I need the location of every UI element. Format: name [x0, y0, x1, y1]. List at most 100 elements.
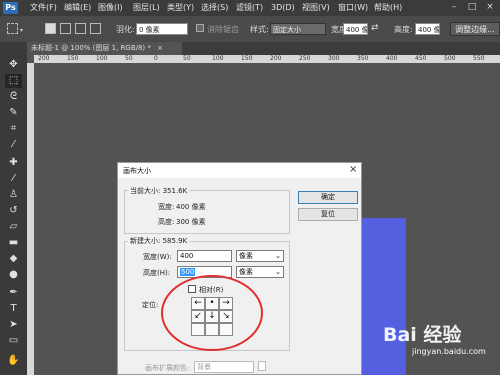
height-label: 高度: — [394, 25, 413, 34]
ruler-tick: 150 — [67, 55, 79, 62]
ruler-tick: 450 — [415, 55, 427, 62]
ruler-tick: 500 — [444, 55, 456, 62]
horizontal-ruler: 200 150 100 50 0 50 100 150 200 250 300 … — [34, 55, 500, 63]
ruler-tick: 400 — [386, 55, 398, 62]
new-selection-icon[interactable] — [45, 23, 56, 34]
ruler-tick: 150 — [241, 55, 253, 62]
toolbox: ✥ ⬚ ᘓ ✎ ⌗ ⁄ ✚ ⁄ ♙ ↺ ▱ ▬ ◆ ● ✒ T ➤ ▭ ✋ — [0, 42, 27, 375]
width-input[interactable]: 400 — [177, 250, 232, 262]
subtract-selection-icon[interactable] — [75, 23, 86, 34]
menu-filter[interactable]: 滤镜(T) — [236, 0, 263, 16]
feather-input[interactable]: 0 像素 — [136, 23, 188, 35]
close-icon[interactable]: × — [482, 1, 498, 14]
history-brush-tool-icon[interactable]: ↺ — [5, 204, 22, 218]
menu-bar: Ps 文件(F) 编辑(E) 图像(I) 图层(L) 类型(Y) 选择(S) 滤… — [0, 0, 500, 16]
ruler-tick: 0 — [154, 55, 158, 62]
blur-tool-icon[interactable]: ◆ — [5, 252, 22, 266]
ruler-tick: 300 — [328, 55, 340, 62]
swap-icon[interactable]: ⇄ — [371, 23, 379, 33]
watermark-url: jingyan.baidu.com — [412, 347, 486, 356]
path-select-tool-icon[interactable]: ➤ — [5, 318, 22, 332]
intersect-selection-icon[interactable] — [90, 23, 101, 34]
current-size-group — [124, 190, 290, 234]
pen-tool-icon[interactable]: ✒ — [5, 286, 22, 300]
dialog-title: 画布大小 — [123, 167, 151, 175]
antialias-checkbox[interactable] — [196, 24, 204, 32]
width-label: 宽度(W): — [143, 253, 172, 261]
maximize-icon[interactable]: □ — [464, 1, 480, 14]
tab-close-icon[interactable]: × — [157, 44, 163, 52]
healing-brush-tool-icon[interactable]: ✚ — [5, 156, 22, 170]
menu-edit[interactable]: 编辑(E) — [64, 0, 91, 16]
current-width-label: 宽度: — [158, 203, 175, 211]
document-tab-label: 未标题-1 @ 100% (图层 1, RGB/8) * — [31, 44, 151, 52]
height-input[interactable]: 400 像 — [415, 23, 440, 35]
current-width-value: 400 像素 — [176, 203, 206, 211]
ruler-tick: 100 — [96, 55, 108, 62]
anchor-label: 定位: — [142, 301, 159, 309]
extension-color-label: 画布扩展颜色: — [145, 364, 190, 372]
width-unit-select[interactable]: 像素 ⌄ — [236, 250, 284, 262]
dialog-title-bar[interactable]: 画布大小 × — [118, 163, 361, 178]
feather-label: 羽化: — [116, 25, 135, 34]
style-select[interactable]: 固定大小 — [270, 23, 326, 35]
ruler-tick: 200 — [38, 55, 50, 62]
eyedropper-tool-icon[interactable]: ⁄ — [5, 138, 22, 152]
dialog-close-icon[interactable]: × — [349, 164, 357, 175]
antialias-label: 消除锯齿 — [207, 25, 239, 34]
ruler-tick: 350 — [357, 55, 369, 62]
document-tab[interactable]: 未标题-1 @ 100% (图层 1, RGB/8) * × — [27, 42, 182, 55]
style-label: 样式: — [250, 25, 269, 34]
width-input[interactable]: 400 像 — [343, 23, 368, 35]
dodge-tool-icon[interactable]: ● — [5, 268, 22, 282]
menu-type[interactable]: 类型(Y) — [167, 0, 194, 16]
refine-edge-button[interactable]: 调整边缘... — [450, 22, 500, 36]
shape-tool-icon[interactable]: ▭ — [5, 334, 22, 348]
reset-button[interactable]: 复位 — [298, 208, 358, 221]
brush-tool-icon[interactable]: ⁄ — [5, 172, 22, 186]
type-tool-icon[interactable]: T — [5, 302, 22, 316]
ruler-tick: 50 — [183, 55, 191, 62]
marquee-tool-icon[interactable] — [7, 23, 18, 34]
current-size-label: 当前大小: 351.6K — [128, 186, 190, 196]
current-height-label: 高度: — [158, 218, 175, 226]
menu-help[interactable]: 帮助(H) — [374, 0, 402, 16]
highlight-circle — [161, 275, 263, 351]
ok-button[interactable]: 确定 — [298, 191, 358, 204]
clone-stamp-tool-icon[interactable]: ♙ — [5, 188, 22, 202]
current-height-value: 300 像素 — [176, 218, 206, 226]
menu-3d[interactable]: 3D(D) — [271, 0, 295, 16]
quick-select-tool-icon[interactable]: ✎ — [5, 106, 22, 120]
extension-color-value: 背景 — [197, 363, 211, 371]
extension-color-swatch[interactable] — [258, 361, 266, 371]
move-tool-icon[interactable]: ✥ — [5, 58, 22, 72]
rect-marquee-tool-icon[interactable]: ⬚ — [5, 74, 22, 88]
menu-window[interactable]: 窗口(W) — [338, 0, 368, 16]
minimize-icon[interactable]: – — [446, 1, 462, 14]
canvas-size-dialog: 画布大小 × 当前大小: 351.6K 宽度: 400 像素 高度: 300 像… — [117, 162, 362, 375]
lasso-tool-icon[interactable]: ᘓ — [5, 90, 22, 104]
width-unit-value: 像素 — [239, 252, 253, 260]
ruler-tick: 100 — [212, 55, 224, 62]
menu-view[interactable]: 视图(V) — [302, 0, 330, 16]
document-canvas[interactable] — [360, 218, 406, 375]
ruler-tick: 200 — [270, 55, 282, 62]
vertical-ruler — [27, 63, 34, 375]
crop-tool-icon[interactable]: ⌗ — [5, 122, 22, 136]
gradient-tool-icon[interactable]: ▬ — [5, 236, 22, 250]
menu-file[interactable]: 文件(F) — [30, 0, 57, 16]
window-controls: – □ × — [446, 1, 498, 15]
new-size-label: 新建大小: 585.9K — [128, 236, 190, 246]
photoshop-logo: Ps — [3, 2, 18, 14]
extension-color-select[interactable]: 背景 — [194, 361, 254, 373]
menu-select[interactable]: 选择(S) — [201, 0, 228, 16]
eraser-tool-icon[interactable]: ▱ — [5, 220, 22, 234]
chevron-down-icon: ⌄ — [275, 268, 281, 276]
menu-image[interactable]: 图像(I) — [98, 0, 123, 16]
ruler-tick: 50 — [125, 55, 133, 62]
ruler-tick: 550 — [473, 55, 485, 62]
chevron-down-icon[interactable]: ▾ — [20, 27, 23, 34]
menu-layer[interactable]: 图层(L) — [133, 0, 160, 16]
add-selection-icon[interactable] — [60, 23, 71, 34]
hand-tool-icon[interactable]: ✋ — [5, 354, 22, 368]
